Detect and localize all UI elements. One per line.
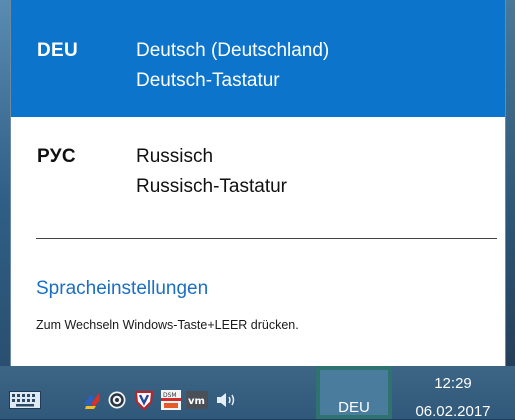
language-code: DEU [37,40,79,61]
language-flyout: DEU Deutsch (Deutschland) Deutsch-Tastat… [10,0,506,366]
divider [36,238,497,239]
dsm-app-icon[interactable]: DSM [161,390,181,410]
taskbar-clock[interactable]: 12:29 06.02.2017 [398,366,508,420]
clock-date: 06.02.2017 [415,403,491,420]
keyboard-layout-name: Deutsch-Tastatur [136,70,280,91]
desktop-background-left [0,0,10,366]
volume-icon[interactable] [215,390,241,410]
language-item-rus[interactable]: РУС Russisch Russisch-Tastatur [11,117,505,229]
input-language-code: DEU [338,399,370,416]
svg-text:DSM: DSM [163,392,177,399]
keyboard-layout-name: Russisch-Tastatur [136,176,287,197]
vm-app-icon[interactable]: vm [186,390,208,410]
media-app-icon[interactable] [107,390,127,410]
language-settings-link[interactable]: Spracheinstellungen [36,278,208,300]
language-code: РУС [37,146,76,167]
svg-text:vm: vm [188,396,205,407]
language-name: Deutsch (Deutschland) [136,40,330,61]
security-app-icon[interactable] [82,390,102,410]
on-screen-keyboard-icon[interactable] [8,390,42,410]
language-name: Russisch [136,146,214,167]
clock-time: 12:29 [434,375,472,392]
shield-app-icon[interactable] [134,390,154,410]
language-item-deu[interactable]: DEU Deutsch (Deutschland) Deutsch-Tastat… [11,0,505,117]
switch-hint-text: Zum Wechseln Windows-Taste+LEER drücken. [36,318,299,332]
input-language-indicator[interactable]: DEU [316,366,392,419]
taskbar: DSM vm DEU 12:29 06.02.2017 [0,366,515,420]
desktop-background-right [506,0,515,366]
